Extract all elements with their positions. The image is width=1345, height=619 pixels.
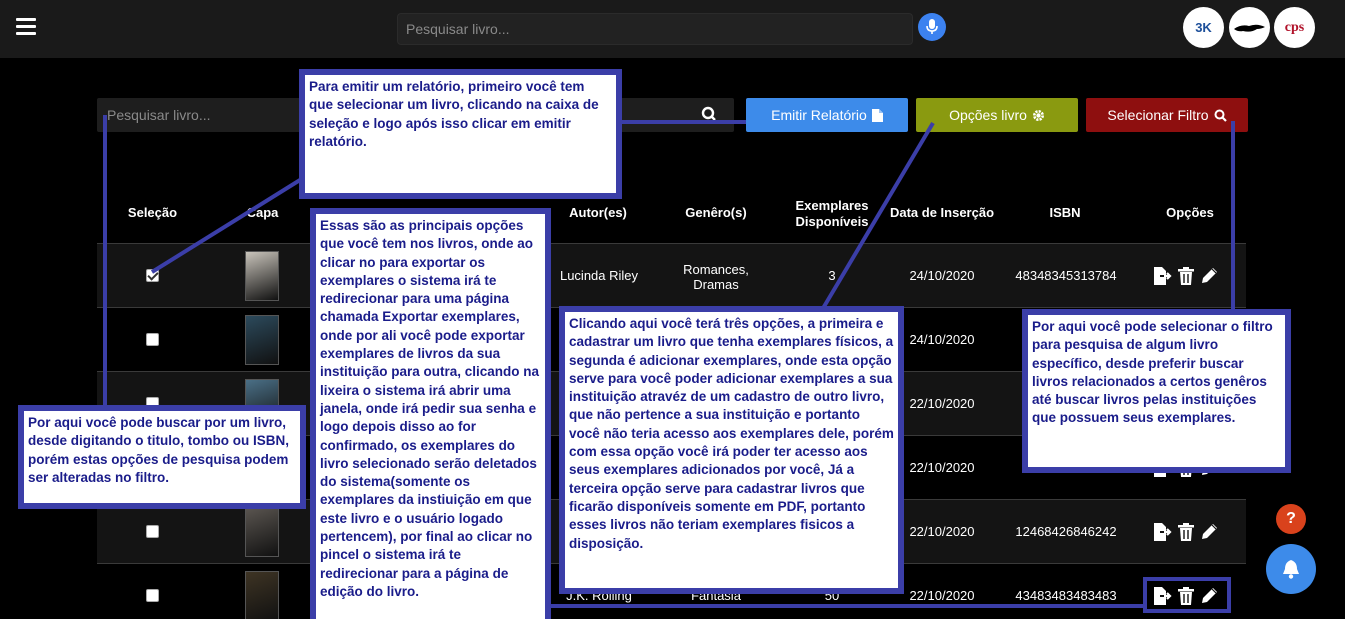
callout-options-button: Clicando aqui você terá três opções, a p… [559,306,904,594]
search-icon [1214,109,1227,122]
date-cell: 24/10/2020 [909,268,975,283]
author-cell: Lucinda Riley [559,268,639,283]
callout-filter: Por aqui você pode selecionar o filtro p… [1022,309,1291,473]
microphone-button[interactable] [918,13,946,41]
edit-pencil-icon[interactable] [1200,587,1218,605]
notifications-button[interactable] [1266,544,1316,594]
header-data: Data de Inserção [889,205,995,220]
edit-pencil-icon[interactable] [1200,523,1218,541]
logo-3k[interactable]: 3K [1183,7,1224,48]
export-icon[interactable] [1152,523,1172,541]
trash-icon[interactable] [1178,587,1194,605]
genre-cell: Romances, Dramas [683,262,749,292]
jaguar-logo-icon [1233,24,1265,32]
book-cover [245,571,279,619]
book-cover [245,507,279,557]
top-search-input[interactable] [397,13,913,45]
trash-icon[interactable] [1178,523,1194,541]
export-icon[interactable] [1152,267,1172,285]
emit-report-button[interactable]: Emitir Relatório [746,98,908,132]
callout-report: Para emitir um relatório, primeiro você … [299,69,622,199]
header-isbn: ISBN [1049,205,1081,220]
header-exemplares: Exemplares Disponíveis [795,198,869,229]
book-options-button[interactable]: Opções livro [916,98,1078,132]
select-filter-button[interactable]: Selecionar Filtro [1086,98,1248,132]
microphone-icon [926,19,938,34]
emit-report-label: Emitir Relatório [771,107,867,123]
top-navbar: 3K cps [0,0,1345,58]
logo-jaguar[interactable] [1229,7,1270,48]
gear-icon [1032,109,1044,121]
header-autor: Autor(es) [569,205,627,220]
row-select-checkbox[interactable] [146,589,159,602]
export-icon[interactable] [1152,587,1172,605]
isbn-cell: 12468426846242 [1015,524,1117,539]
date-cell: 22/10/2020 [909,396,975,411]
copies-cell: 3 [828,268,836,283]
book-options-label: Opções livro [949,107,1027,123]
menu-icon[interactable] [16,18,36,36]
callout-book-options: Essas são as principais opções que você … [310,208,551,619]
row-select-checkbox[interactable] [146,525,159,538]
header-genero: Genêro(s) [685,205,747,220]
trash-icon[interactable] [1178,267,1194,285]
bell-icon [1283,560,1299,579]
book-cover [245,315,279,365]
header-selecao: Seleção [127,205,178,220]
date-cell: 24/10/2020 [909,332,975,347]
edit-pencil-icon[interactable] [1200,267,1218,285]
isbn-cell: 43483483483483 [1015,588,1117,603]
row-options [1152,585,1224,607]
isbn-cell: 48348345313784 [1015,268,1117,283]
row-options [1152,265,1224,287]
row-select-checkbox[interactable] [146,333,159,346]
date-cell: 22/10/2020 [909,524,975,539]
callout-search: Por aqui você pode buscar por um livro, … [18,405,306,509]
search-icon[interactable] [700,106,718,124]
date-cell: 22/10/2020 [909,460,975,475]
book-cover [245,251,279,301]
row-select-checkbox[interactable] [146,269,159,282]
help-button[interactable]: ? [1276,504,1306,534]
header-opcoes: Opções [1166,205,1214,220]
select-filter-label: Selecionar Filtro [1107,107,1209,123]
date-cell: 22/10/2020 [909,588,975,603]
header-capa: Capa [246,205,279,220]
file-icon [871,108,883,122]
logo-cps[interactable]: cps [1274,7,1315,48]
row-options [1152,521,1224,543]
